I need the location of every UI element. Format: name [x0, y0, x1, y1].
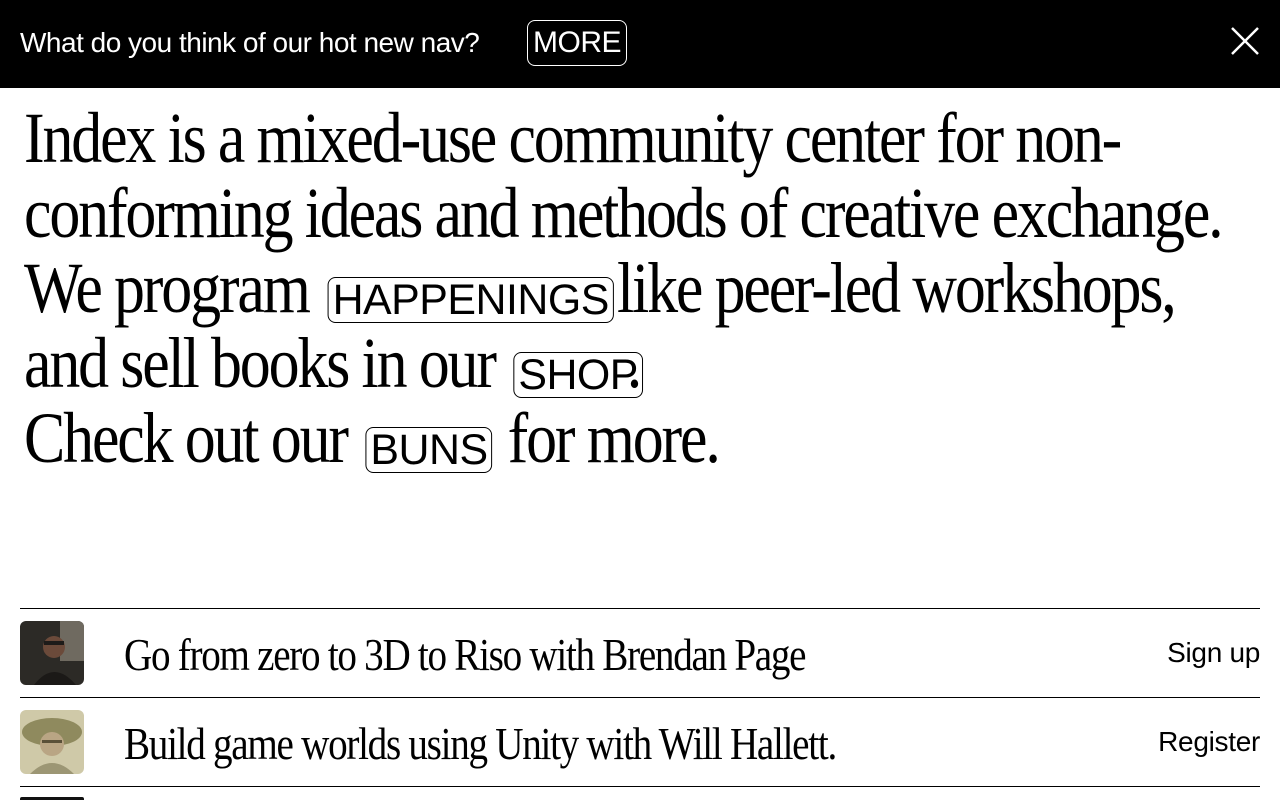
events-list: Go from zero to 3D to Riso with Brendan … [20, 608, 1260, 787]
announcement-bar: What do you think of our hot new nav? MO… [0, 0, 1280, 88]
portrait-will-hallett-icon [20, 710, 84, 774]
more-button[interactable]: MORE [527, 20, 627, 66]
event-title[interactable]: Go from zero to 3D to Riso with Brendan … [124, 629, 807, 681]
event-thumbnail[interactable] [20, 710, 84, 774]
buns-link[interactable]: BUNS [365, 427, 493, 473]
hero-text-4: Check out our [24, 398, 349, 478]
shop-link[interactable]: SHOP [513, 352, 643, 398]
close-icon[interactable] [1226, 22, 1264, 60]
event-thumbnail[interactable] [20, 621, 84, 685]
hero-statement: Index is a mixed-use community center fo… [24, 101, 1245, 476]
event-title[interactable]: Build game worlds using Unity with Will … [124, 718, 837, 770]
banner-question: What do you think of our hot new nav? [20, 27, 480, 58]
sign-up-link[interactable]: Sign up [1167, 635, 1260, 671]
list-item: Go from zero to 3D to Riso with Brendan … [20, 608, 1260, 697]
happenings-link[interactable]: HAPPENINGS [327, 277, 614, 323]
hero-text-5: for more. [507, 398, 721, 478]
register-link[interactable]: Register [1158, 724, 1260, 760]
list-item: Build game worlds using Unity with Will … [20, 697, 1260, 787]
portrait-brendan-page-icon [20, 621, 84, 685]
